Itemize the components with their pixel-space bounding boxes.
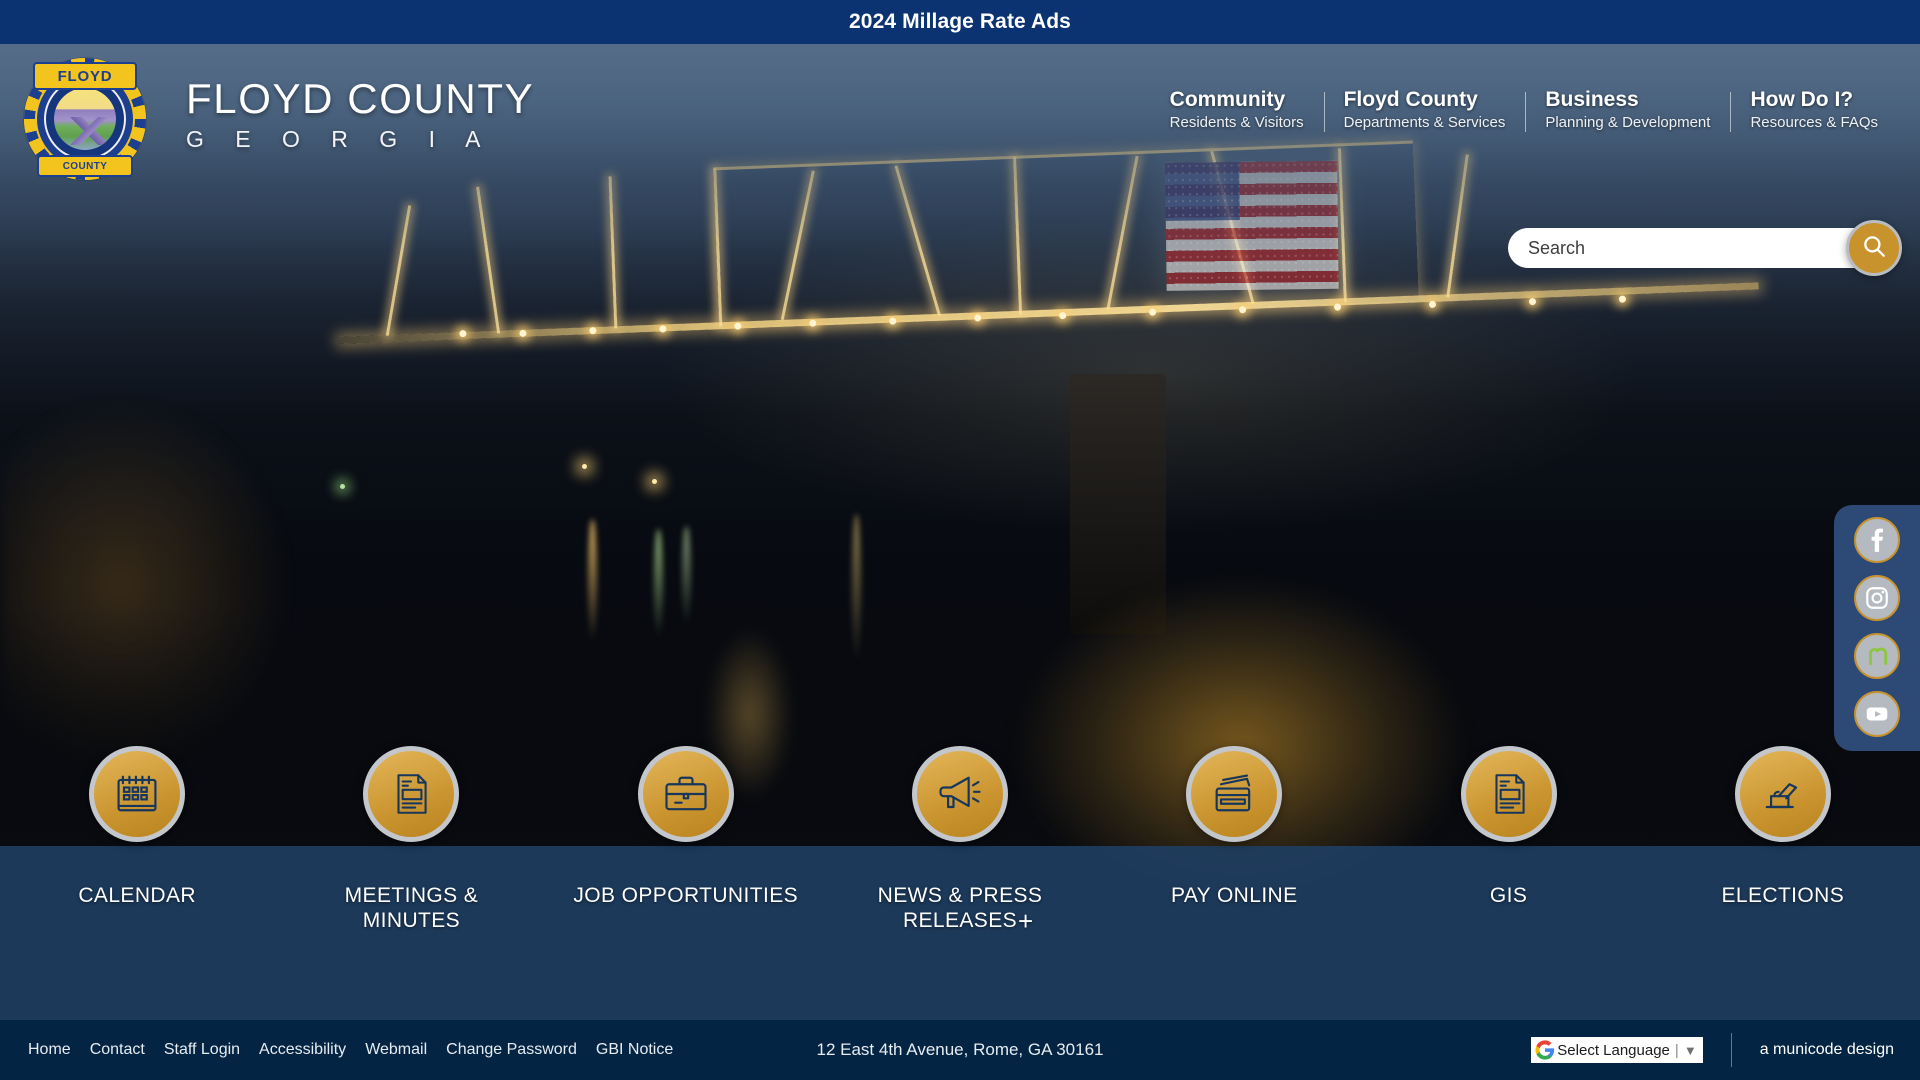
footer-right: Select Language | ▼ a municode design [1531,1033,1894,1067]
county-seal-icon[interactable]: FLOYD COUNTY [24,58,146,180]
language-label: Select Language [1557,1041,1670,1059]
alert-banner[interactable]: 2024 Millage Rate Ads [0,0,1920,44]
site-footer: Home Contact Staff Login Accessibility W… [0,1020,1920,1080]
footer-address: 12 East 4th Avenue, Rome, GA 30161 [816,1040,1104,1059]
nav-item-floyd-county[interactable]: Floyd County Departments & Services [1323,88,1526,133]
footer-link-accessibility[interactable]: Accessibility [259,1041,346,1059]
site-title: FLOYD COUNTY [186,75,535,122]
quick-link-label: MEETINGS & MINUTES [344,884,479,932]
language-separator: | [1674,1041,1679,1059]
quick-link-elections[interactable]: ELECTIONS [1646,746,1920,1020]
quick-link-label: JOB OPPORTUNITIES [573,884,799,907]
language-selector[interactable]: Select Language | ▼ [1531,1037,1703,1063]
nav-subtitle: Departments & Services [1343,114,1506,132]
quick-link-meetings-minutes[interactable]: MEETINGS & MINUTES [274,746,548,1020]
calendar-icon [89,746,186,842]
nav-subtitle: Residents & Visitors [1169,114,1304,132]
quick-link-label: CALENDAR [78,884,196,907]
youtube-icon[interactable] [1854,691,1900,737]
expand-plus-icon[interactable]: + [1018,906,1033,937]
quick-link-label: GIS [1489,884,1528,907]
quick-link-label: ELECTIONS [1721,884,1845,907]
quick-link-label: PAY ONLINE [1170,884,1298,907]
footer-link-change-password[interactable]: Change Password [446,1041,577,1059]
chevron-down-icon[interactable]: ▼ [1684,1043,1697,1058]
nav-item-community[interactable]: Community Residents & Visitors [1150,88,1324,131]
nav-title: Floyd County [1343,88,1478,111]
footer-links: Home Contact Staff Login Accessibility W… [28,1041,673,1059]
nextdoor-icon[interactable] [1854,633,1900,679]
nav-subtitle: Resources & FAQs [1750,114,1878,132]
google-icon [1535,1040,1555,1060]
nav-subtitle: Planning & Development [1545,114,1711,132]
search-icon [1861,233,1887,264]
seal-bottom-text: COUNTY [37,155,133,177]
search-input[interactable] [1508,228,1858,268]
footer-link-webmail[interactable]: Webmail [365,1041,427,1059]
quick-link-gis[interactable]: GIS [1371,746,1645,1020]
credit-card-icon [1186,746,1283,842]
site-wordmark[interactable]: FLOYD COUNTY G E O R G I A [186,78,534,151]
footer-link-gbi-notice[interactable]: GBI Notice [596,1041,673,1059]
nav-title: Business [1545,88,1639,111]
social-media-rail [1834,505,1920,751]
instagram-icon[interactable] [1854,575,1900,621]
seal-top-text: FLOYD [33,62,137,90]
footer-divider [1730,1033,1732,1067]
megaphone-icon [911,746,1008,842]
quick-links-row: CALENDAR MEETINGS & MINUTES JOB OPPORTUN… [0,746,1920,1020]
nav-title: Community [1169,88,1286,111]
quick-link-label: NEWS & PRESS RELEASES [877,884,1043,932]
briefcase-icon [637,746,734,842]
alert-banner-text: 2024 Millage Rate Ads [849,10,1071,33]
quick-link-job-opportunities[interactable]: JOB OPPORTUNITIES [549,746,823,1020]
document-icon [1460,746,1557,842]
facebook-icon[interactable] [1854,517,1900,563]
footer-credit[interactable]: a municode design [1760,1041,1894,1059]
quick-link-news-press-releases[interactable]: NEWS & PRESS RELEASES [823,746,1097,1020]
quick-link-pay-online[interactable]: PAY ONLINE [1097,746,1371,1020]
nav-title: How Do I? [1750,88,1854,111]
quick-link-calendar[interactable]: CALENDAR [0,746,274,1020]
footer-link-home[interactable]: Home [28,1041,71,1059]
search-bar [1508,220,1902,276]
footer-link-staff-login[interactable]: Staff Login [164,1041,240,1059]
nav-item-how-do-i[interactable]: How Do I? Resources & FAQs [1730,88,1898,133]
ballot-hand-icon [1734,746,1831,842]
main-navigation: Community Residents & Visitors Floyd Cou… [1150,88,1898,133]
nav-item-business[interactable]: Business Planning & Development [1525,88,1730,133]
search-button[interactable] [1846,220,1902,276]
document-icon [363,746,460,842]
site-subtitle: G E O R G I A [186,126,493,152]
footer-link-contact[interactable]: Contact [90,1041,145,1059]
